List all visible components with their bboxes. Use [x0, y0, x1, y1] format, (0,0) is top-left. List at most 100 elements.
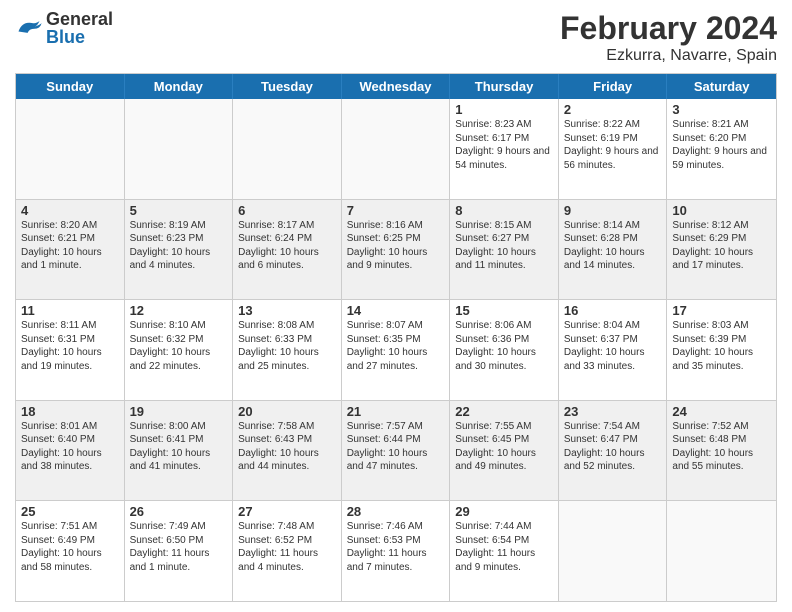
day-info: Sunrise: 8:15 AM Sunset: 6:27 PM Dayligh…	[455, 219, 553, 273]
day-info: Sunrise: 7:49 AM Sunset: 6:50 PM Dayligh…	[130, 520, 228, 574]
day-number: 24	[672, 404, 771, 419]
day-info: Sunrise: 8:17 AM Sunset: 6:24 PM Dayligh…	[238, 219, 336, 273]
calendar: SundayMondayTuesdayWednesdayThursdayFrid…	[15, 73, 777, 602]
day-info: Sunrise: 8:00 AM Sunset: 6:41 PM Dayligh…	[130, 420, 228, 474]
day-info: Sunrise: 7:46 AM Sunset: 6:53 PM Dayligh…	[347, 520, 445, 574]
day-cell-24: 24Sunrise: 7:52 AM Sunset: 6:48 PM Dayli…	[667, 401, 776, 501]
day-number: 7	[347, 203, 445, 218]
day-cell-25: 25Sunrise: 7:51 AM Sunset: 6:49 PM Dayli…	[16, 501, 125, 601]
day-cell-12: 12Sunrise: 8:10 AM Sunset: 6:32 PM Dayli…	[125, 300, 234, 400]
day-number: 21	[347, 404, 445, 419]
day-info: Sunrise: 7:44 AM Sunset: 6:54 PM Dayligh…	[455, 520, 553, 574]
day-cell-14: 14Sunrise: 8:07 AM Sunset: 6:35 PM Dayli…	[342, 300, 451, 400]
day-info: Sunrise: 8:11 AM Sunset: 6:31 PM Dayligh…	[21, 319, 119, 373]
empty-cell-0-0	[16, 99, 125, 199]
day-cell-23: 23Sunrise: 7:54 AM Sunset: 6:47 PM Dayli…	[559, 401, 668, 501]
day-info: Sunrise: 7:52 AM Sunset: 6:48 PM Dayligh…	[672, 420, 771, 474]
header-day-tuesday: Tuesday	[233, 74, 342, 99]
logo-blue-text: Blue	[46, 28, 113, 46]
calendar-row-2: 11Sunrise: 8:11 AM Sunset: 6:31 PM Dayli…	[16, 300, 776, 401]
day-info: Sunrise: 8:21 AM Sunset: 6:20 PM Dayligh…	[672, 118, 771, 172]
header-day-monday: Monday	[125, 74, 234, 99]
day-info: Sunrise: 8:22 AM Sunset: 6:19 PM Dayligh…	[564, 118, 662, 172]
day-info: Sunrise: 7:54 AM Sunset: 6:47 PM Dayligh…	[564, 420, 662, 474]
day-cell-17: 17Sunrise: 8:03 AM Sunset: 6:39 PM Dayli…	[667, 300, 776, 400]
day-info: Sunrise: 8:04 AM Sunset: 6:37 PM Dayligh…	[564, 319, 662, 373]
header-day-saturday: Saturday	[667, 74, 776, 99]
page: General Blue February 2024 Ezkurra, Nava…	[0, 0, 792, 612]
day-number: 11	[21, 303, 119, 318]
day-number: 27	[238, 504, 336, 519]
logo-icon	[15, 17, 43, 39]
day-number: 15	[455, 303, 553, 318]
day-cell-6: 6Sunrise: 8:17 AM Sunset: 6:24 PM Daylig…	[233, 200, 342, 300]
calendar-body: 1Sunrise: 8:23 AM Sunset: 6:17 PM Daylig…	[16, 99, 776, 601]
day-info: Sunrise: 7:55 AM Sunset: 6:45 PM Dayligh…	[455, 420, 553, 474]
calendar-row-3: 18Sunrise: 8:01 AM Sunset: 6:40 PM Dayli…	[16, 401, 776, 502]
month-year: February 2024	[560, 10, 777, 47]
empty-cell-0-3	[342, 99, 451, 199]
day-info: Sunrise: 8:03 AM Sunset: 6:39 PM Dayligh…	[672, 319, 771, 373]
day-number: 5	[130, 203, 228, 218]
day-number: 1	[455, 102, 553, 117]
day-cell-10: 10Sunrise: 8:12 AM Sunset: 6:29 PM Dayli…	[667, 200, 776, 300]
day-number: 13	[238, 303, 336, 318]
calendar-row-1: 4Sunrise: 8:20 AM Sunset: 6:21 PM Daylig…	[16, 200, 776, 301]
day-number: 29	[455, 504, 553, 519]
day-cell-11: 11Sunrise: 8:11 AM Sunset: 6:31 PM Dayli…	[16, 300, 125, 400]
day-number: 23	[564, 404, 662, 419]
day-cell-22: 22Sunrise: 7:55 AM Sunset: 6:45 PM Dayli…	[450, 401, 559, 501]
day-number: 18	[21, 404, 119, 419]
day-info: Sunrise: 8:01 AM Sunset: 6:40 PM Dayligh…	[21, 420, 119, 474]
calendar-header: SundayMondayTuesdayWednesdayThursdayFrid…	[16, 74, 776, 99]
day-info: Sunrise: 8:20 AM Sunset: 6:21 PM Dayligh…	[21, 219, 119, 273]
day-number: 9	[564, 203, 662, 218]
day-number: 12	[130, 303, 228, 318]
day-number: 4	[21, 203, 119, 218]
header-day-sunday: Sunday	[16, 74, 125, 99]
day-info: Sunrise: 8:08 AM Sunset: 6:33 PM Dayligh…	[238, 319, 336, 373]
day-number: 25	[21, 504, 119, 519]
header-day-wednesday: Wednesday	[342, 74, 451, 99]
calendar-row-0: 1Sunrise: 8:23 AM Sunset: 6:17 PM Daylig…	[16, 99, 776, 200]
empty-cell-4-6	[667, 501, 776, 601]
day-number: 19	[130, 404, 228, 419]
day-cell-15: 15Sunrise: 8:06 AM Sunset: 6:36 PM Dayli…	[450, 300, 559, 400]
day-number: 6	[238, 203, 336, 218]
day-info: Sunrise: 7:58 AM Sunset: 6:43 PM Dayligh…	[238, 420, 336, 474]
location: Ezkurra, Navarre, Spain	[560, 47, 777, 65]
day-info: Sunrise: 8:23 AM Sunset: 6:17 PM Dayligh…	[455, 118, 553, 172]
day-info: Sunrise: 8:06 AM Sunset: 6:36 PM Dayligh…	[455, 319, 553, 373]
day-cell-21: 21Sunrise: 7:57 AM Sunset: 6:44 PM Dayli…	[342, 401, 451, 501]
day-info: Sunrise: 8:10 AM Sunset: 6:32 PM Dayligh…	[130, 319, 228, 373]
day-cell-9: 9Sunrise: 8:14 AM Sunset: 6:28 PM Daylig…	[559, 200, 668, 300]
header: General Blue February 2024 Ezkurra, Nava…	[15, 10, 777, 65]
day-cell-7: 7Sunrise: 8:16 AM Sunset: 6:25 PM Daylig…	[342, 200, 451, 300]
logo-text: General Blue	[46, 10, 113, 46]
day-cell-16: 16Sunrise: 8:04 AM Sunset: 6:37 PM Dayli…	[559, 300, 668, 400]
header-day-friday: Friday	[559, 74, 668, 99]
title-block: February 2024 Ezkurra, Navarre, Spain	[560, 10, 777, 65]
day-number: 26	[130, 504, 228, 519]
day-cell-28: 28Sunrise: 7:46 AM Sunset: 6:53 PM Dayli…	[342, 501, 451, 601]
day-number: 20	[238, 404, 336, 419]
day-cell-26: 26Sunrise: 7:49 AM Sunset: 6:50 PM Dayli…	[125, 501, 234, 601]
logo: General Blue	[15, 10, 113, 46]
day-number: 10	[672, 203, 771, 218]
day-cell-19: 19Sunrise: 8:00 AM Sunset: 6:41 PM Dayli…	[125, 401, 234, 501]
empty-cell-4-5	[559, 501, 668, 601]
day-number: 3	[672, 102, 771, 117]
day-cell-20: 20Sunrise: 7:58 AM Sunset: 6:43 PM Dayli…	[233, 401, 342, 501]
day-number: 28	[347, 504, 445, 519]
day-cell-4: 4Sunrise: 8:20 AM Sunset: 6:21 PM Daylig…	[16, 200, 125, 300]
calendar-row-4: 25Sunrise: 7:51 AM Sunset: 6:49 PM Dayli…	[16, 501, 776, 601]
day-cell-3: 3Sunrise: 8:21 AM Sunset: 6:20 PM Daylig…	[667, 99, 776, 199]
day-cell-29: 29Sunrise: 7:44 AM Sunset: 6:54 PM Dayli…	[450, 501, 559, 601]
day-number: 2	[564, 102, 662, 117]
day-cell-27: 27Sunrise: 7:48 AM Sunset: 6:52 PM Dayli…	[233, 501, 342, 601]
day-cell-18: 18Sunrise: 8:01 AM Sunset: 6:40 PM Dayli…	[16, 401, 125, 501]
day-cell-5: 5Sunrise: 8:19 AM Sunset: 6:23 PM Daylig…	[125, 200, 234, 300]
day-info: Sunrise: 8:14 AM Sunset: 6:28 PM Dayligh…	[564, 219, 662, 273]
logo-general-text: General	[46, 10, 113, 28]
day-info: Sunrise: 7:51 AM Sunset: 6:49 PM Dayligh…	[21, 520, 119, 574]
